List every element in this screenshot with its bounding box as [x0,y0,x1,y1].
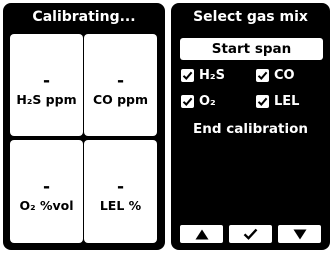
calibration-readings-panel: Calibrating... - H₂S ppm - CO ppm - O₂ %… [3,3,165,250]
h2s-tile: - H₂S ppm [10,34,83,136]
co-tile: - CO ppm [84,34,157,136]
o2-value: - [42,177,51,197]
gas-option-co[interactable]: CO [256,68,295,83]
lel-unit-label: LEL % [99,198,142,213]
co-unit-label: CO ppm [92,92,149,107]
h2s-unit-label: H₂S ppm [16,92,77,107]
end-calibration-button[interactable]: End calibration [171,121,330,137]
calibrating-title: Calibrating... [32,9,136,25]
check-icon [257,71,268,80]
start-span-button[interactable]: Start span [180,38,323,60]
triangle-down-icon [293,229,306,239]
h2s-value: - [42,71,51,91]
confirm-button[interactable] [229,225,272,243]
co-value: - [116,71,125,91]
gas-mix-panel: Select gas mix Start span H₂S CO O₂ LEL [171,3,330,250]
check-icon [182,97,193,106]
gas-option-h2s[interactable]: H₂S [181,68,225,83]
h2s-checkbox[interactable] [181,69,194,82]
checkmark-icon [243,228,258,240]
gas-option-lel[interactable]: LEL [256,94,299,109]
lel-checkbox[interactable] [256,95,269,108]
down-button[interactable] [278,225,321,243]
select-gas-mix-title: Select gas mix [193,9,308,25]
h2s-option-label: H₂S [199,68,225,83]
o2-unit-label: O₂ %vol [19,198,74,213]
lel-tile: - LEL % [84,140,157,243]
check-icon [257,97,268,106]
o2-option-label: O₂ [199,94,216,109]
triangle-up-icon [195,229,208,239]
lel-value: - [116,177,125,197]
o2-tile: - O₂ %vol [10,140,83,243]
gas-option-o2[interactable]: O₂ [181,94,216,109]
co-checkbox[interactable] [256,69,269,82]
o2-checkbox[interactable] [181,95,194,108]
check-icon [182,71,193,80]
device-screen: Calibrating... - H₂S ppm - CO ppm - O₂ %… [0,0,333,253]
co-option-label: CO [274,68,295,83]
up-button[interactable] [180,225,223,243]
lel-option-label: LEL [274,94,300,109]
